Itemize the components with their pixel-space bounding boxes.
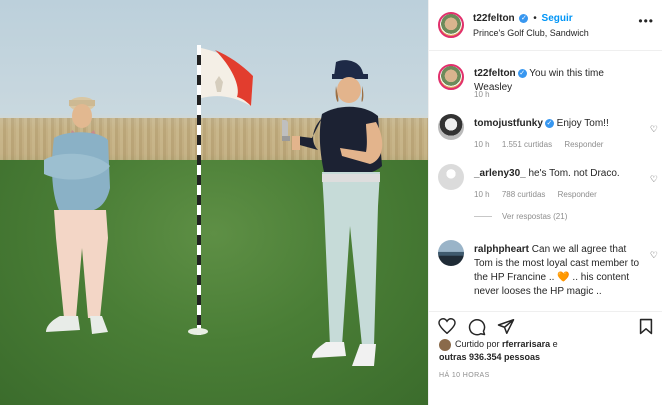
comment-meta: 10 h 1.551 curtidas Responder (474, 140, 613, 149)
heart-icon[interactable] (438, 318, 456, 334)
comment-username[interactable]: tomojustfunky (474, 118, 543, 129)
header-user-row: t22felton ✓ • Seguir (473, 13, 573, 24)
caption-meta: 10 h (474, 90, 500, 99)
post-sidebar: t22felton ✓ • Seguir Prince's Golf Club,… (428, 0, 662, 405)
more-icon[interactable]: ••• (638, 14, 654, 28)
liker-username[interactable]: rferrarisara (502, 339, 550, 349)
likes-middle: e (552, 339, 558, 349)
golf-hole (188, 328, 208, 335)
comment-time[interactable]: 10 h (474, 140, 490, 149)
caption-username[interactable]: t22felton (474, 68, 516, 79)
reply-button[interactable]: Responder (564, 140, 603, 149)
verified-badge-icon: ✓ (519, 13, 529, 23)
comment-username[interactable]: _arleny30_ (474, 168, 526, 179)
likes-count[interactable]: outras 936.354 pessoas (439, 352, 540, 362)
comment-meta: 10 h 788 curtidas Responder (474, 190, 607, 199)
comment-likes[interactable]: 1.551 curtidas (502, 140, 552, 149)
verified-badge-icon: ✓ (517, 68, 527, 78)
person-right (282, 60, 383, 366)
avatar[interactable] (438, 240, 464, 266)
replies-divider (474, 216, 492, 218)
post-header: t22felton ✓ • Seguir Prince's Golf Club,… (429, 0, 662, 51)
comment-icon[interactable] (468, 318, 486, 336)
comment-text-row: ralphpheart Can we all agree that Tom is… (474, 243, 644, 299)
reply-button[interactable]: Responder (558, 190, 597, 199)
post-photo[interactable] (0, 0, 428, 405)
comment-text-row: _arleny30_ he's Tom. not Draco. (474, 167, 644, 181)
likes-prefix: Curtido por (455, 339, 500, 349)
share-icon[interactable] (497, 318, 515, 335)
avatar[interactable] (438, 114, 464, 140)
comment-likes[interactable]: 788 curtidas (502, 190, 546, 199)
action-bar (429, 311, 662, 339)
post-location[interactable]: Prince's Golf Club, Sandwich (473, 28, 589, 38)
avatar[interactable] (438, 164, 464, 190)
heart-icon[interactable]: ♡ (650, 124, 658, 135)
comment-time[interactable]: 10 h (474, 190, 490, 199)
follow-button[interactable]: Seguir (542, 13, 573, 24)
caption-time[interactable]: 10 h (474, 90, 490, 99)
separator-dot: • (533, 13, 537, 24)
verified-badge-icon: ✓ (544, 118, 554, 128)
comment-username[interactable]: ralphpheart (474, 244, 529, 255)
view-replies-link[interactable]: Ver respostas (21) (474, 212, 567, 221)
comment-text: he's Tom. not Draco. (528, 168, 620, 179)
person-left (44, 97, 110, 334)
bookmark-icon[interactable] (639, 318, 653, 335)
heart-icon[interactable]: ♡ (650, 250, 658, 261)
liker-avatar[interactable] (439, 338, 451, 351)
likes-summary: Curtido por rferrarisara e outras 936.35… (439, 338, 659, 364)
avatar[interactable] (438, 12, 464, 38)
avatar[interactable] (438, 64, 464, 90)
post-timestamp[interactable]: HÁ 10 HORAS (439, 372, 490, 379)
comment-text-row: tomojustfunky ✓ Enjoy Tom!! (474, 117, 644, 131)
heart-icon[interactable]: ♡ (650, 174, 658, 185)
comments-list[interactable]: t22felton ✓ You win this time Weasley 10 … (429, 52, 662, 310)
view-replies-label[interactable]: Ver respostas (21) (502, 212, 567, 221)
comment-text: Enjoy Tom!! (556, 118, 609, 129)
post-username[interactable]: t22felton (473, 13, 515, 24)
